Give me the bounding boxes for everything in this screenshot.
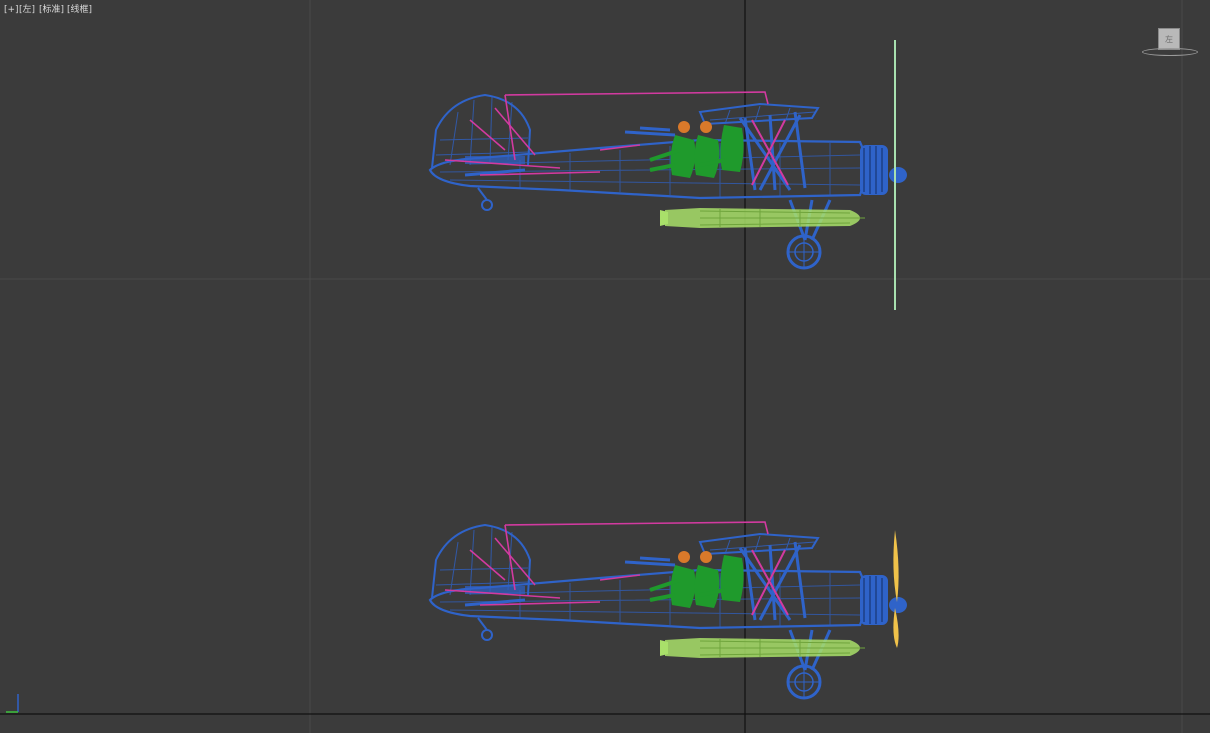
axis-tripod-icon (6, 694, 19, 713)
viewport-scene (0, 0, 1210, 733)
biplane-lower[interactable] (428, 520, 909, 700)
viewcube-face-left[interactable]: 左 (1158, 28, 1180, 50)
propeller-blade-top (893, 530, 899, 602)
viewcube-compass-ring[interactable] (1142, 48, 1198, 56)
biplane-upper[interactable] (428, 40, 909, 310)
left-viewport[interactable]: [+] [左] [标准] [线框] 左 (0, 0, 1210, 733)
viewcube[interactable]: 左 (1140, 26, 1202, 60)
propeller-blade-bottom (893, 608, 899, 648)
